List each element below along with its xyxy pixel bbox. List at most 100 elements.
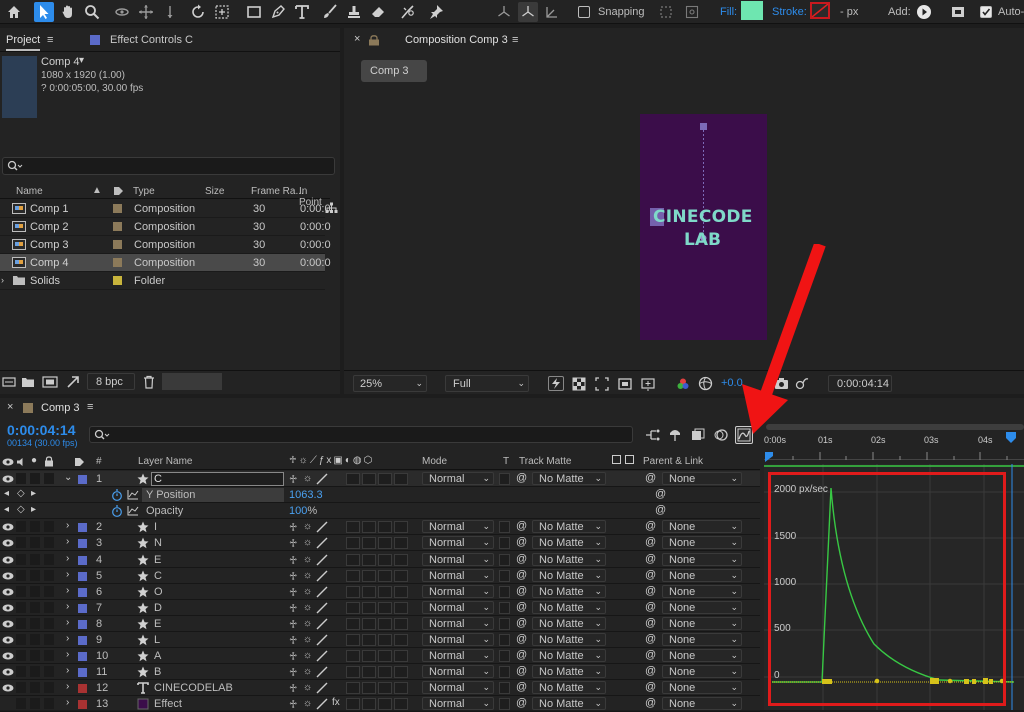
motion-blur-switch[interactable] <box>346 617 360 630</box>
project-item[interactable]: Comp 2 Composition 30 0:00:0 <box>0 218 331 236</box>
adjustment-switch[interactable] <box>362 666 376 679</box>
frame-blend-switch[interactable] <box>394 537 408 550</box>
adjustment-switch[interactable] <box>362 601 376 614</box>
3d-layer-switch[interactable] <box>378 537 392 550</box>
quality-switch-icon[interactable] <box>316 650 328 662</box>
graph-toggle-icon[interactable] <box>127 489 139 500</box>
shy-switch-icon[interactable]: ♱ <box>289 682 297 695</box>
eye-icon[interactable] <box>2 555 14 565</box>
quality-switch-icon[interactable] <box>316 554 328 566</box>
audio-toggle[interactable] <box>16 473 26 484</box>
layer-name[interactable]: B <box>154 666 161 678</box>
lock-toggle[interactable] <box>44 585 54 597</box>
blend-mode-dropdown[interactable]: Normal ⌄ <box>422 552 494 566</box>
layer-name[interactable]: CINECODELAB <box>154 682 233 694</box>
preserve-transparency-toggle[interactable] <box>499 634 510 646</box>
3d-layer-switch[interactable] <box>378 473 392 485</box>
label-color-swatch[interactable] <box>113 276 122 285</box>
solo-toggle[interactable] <box>30 521 40 533</box>
track-matte-pickwhip-icon[interactable]: @ <box>516 472 527 484</box>
track-matte-pickwhip-icon[interactable]: @ <box>516 649 527 661</box>
frame-blend-switch[interactable] <box>394 473 408 485</box>
shy-switch-icon[interactable]: ♱ <box>289 570 297 583</box>
col-frame-rate[interactable]: Frame Ra... <box>251 186 304 197</box>
parent-pickwhip-icon[interactable]: @ <box>645 585 656 597</box>
guides-options-icon[interactable] <box>641 377 655 391</box>
trash-icon[interactable] <box>143 375 155 389</box>
rotate-icon[interactable] <box>188 2 208 22</box>
layer-row[interactable]: › 4 E ♱ ☼ Normal ⌄ @ No Matte ⌄ @ None ⌄ <box>0 552 760 568</box>
track-matte-pickwhip-icon[interactable]: @ <box>516 617 527 629</box>
local-axis-icon[interactable] <box>494 2 514 22</box>
blend-mode-dropdown[interactable]: Normal ⌄ <box>422 633 494 646</box>
layer-row[interactable]: › 9 L ♱ ☼ Normal ⌄ @ No Matte ⌄ @ None ⌄ <box>0 632 760 648</box>
track-matte-dropdown[interactable]: No Matte ⌄ <box>532 472 606 485</box>
solo-toggle[interactable] <box>30 585 40 597</box>
solo-icon[interactable]: ● <box>31 455 37 466</box>
graph-toggle-icon[interactable] <box>127 505 139 516</box>
selection-arrow-icon[interactable] <box>34 2 54 22</box>
blend-mode-dropdown[interactable]: Normal ⌄ <box>422 568 494 582</box>
solo-toggle[interactable] <box>30 601 40 613</box>
prev-keyframe-icon[interactable]: ◂ <box>4 504 9 515</box>
layer-name[interactable]: O <box>154 586 163 598</box>
quality-switch-icon[interactable] <box>316 698 328 710</box>
eye-icon[interactable] <box>2 651 14 661</box>
property-row[interactable]: ◂ ◇ ▸ Y Position 1063.3 @ <box>0 487 760 504</box>
layer-name[interactable]: I <box>154 521 157 533</box>
add-property-button[interactable] <box>917 5 931 19</box>
parent-pickwhip-icon[interactable]: @ <box>645 649 656 661</box>
property-value[interactable]: 100% <box>289 505 317 517</box>
pan-behind-icon[interactable] <box>212 2 232 22</box>
layer-row[interactable]: ⌄ 1 C ♱ ☼ Normal ⌄ @ No Matte ⌄ @ None ⌄ <box>0 471 760 487</box>
quality-switch-icon[interactable] <box>316 618 328 630</box>
audio-toggle[interactable] <box>16 569 26 581</box>
snap-edges-icon[interactable] <box>656 2 676 22</box>
motion-blur-switch[interactable] <box>346 601 360 614</box>
parent-pickwhip-icon[interactable]: @ <box>645 520 656 532</box>
track-matte-pickwhip-icon[interactable]: @ <box>516 697 527 709</box>
layer-row[interactable]: › 2 I ♱ ☼ Normal ⌄ @ No Matte ⌄ @ None ⌄ <box>0 519 760 536</box>
chevron-right-icon[interactable]: › <box>66 697 69 708</box>
solo-toggle[interactable] <box>30 553 40 565</box>
timeline-search-input[interactable] <box>89 426 633 443</box>
track-matte-dropdown[interactable]: No Matte ⌄ <box>532 584 606 598</box>
parent-dropdown[interactable]: None ⌄ <box>662 649 742 663</box>
preserve-transparency-toggle[interactable] <box>499 617 510 630</box>
adjustment-switch[interactable] <box>362 585 376 598</box>
parent-dropdown[interactable]: None ⌄ <box>662 697 742 711</box>
col-layer-name[interactable]: Layer Name <box>138 456 192 467</box>
adjustment-switch[interactable] <box>362 634 376 646</box>
track-matte-dropdown[interactable]: No Matte ⌄ <box>532 600 606 614</box>
eye-icon[interactable] <box>2 587 14 597</box>
lock-toggle[interactable] <box>44 569 54 581</box>
frame-blend-switch[interactable] <box>394 698 408 711</box>
stroke-width-value[interactable]: - px <box>840 6 858 18</box>
solo-toggle[interactable] <box>30 473 40 484</box>
3d-layer-switch[interactable] <box>378 617 392 630</box>
blend-mode-dropdown[interactable]: Normal ⌄ <box>422 584 494 598</box>
track-matte-pickwhip-icon[interactable]: @ <box>516 585 527 597</box>
frame-blend-switch[interactable] <box>394 585 408 598</box>
solo-toggle[interactable] <box>30 537 40 549</box>
resolution-dropdown[interactable]: Full ⌄ <box>445 375 529 392</box>
region-of-interest-icon[interactable] <box>595 377 609 391</box>
lock-toggle[interactable] <box>44 617 54 629</box>
quality-switch-icon[interactable] <box>316 473 328 485</box>
layer-name[interactable]: E <box>154 618 161 630</box>
3d-layer-switch[interactable] <box>378 553 392 566</box>
frame-blend-switch[interactable] <box>394 601 408 614</box>
label-color-swatch[interactable] <box>78 700 87 710</box>
bit-depth-button[interactable]: 8 bpc <box>87 373 135 390</box>
parent-pickwhip-icon[interactable]: @ <box>645 633 656 645</box>
parent-dropdown[interactable]: None ⌄ <box>662 600 742 614</box>
blend-mode-dropdown[interactable]: Normal ⌄ <box>422 520 494 534</box>
layer-row[interactable]: › 12 CINECODELAB ♱ ☼ Normal ⌄ @ No Matte ⌄ @ None ⌄ <box>0 680 760 697</box>
3d-layer-switch[interactable] <box>378 698 392 711</box>
lock-toggle[interactable] <box>44 650 54 662</box>
quality-switch-icon[interactable] <box>316 666 328 678</box>
solo-toggle[interactable] <box>30 617 40 629</box>
frame-blend-switch[interactable] <box>394 634 408 646</box>
show-channel-icon[interactable] <box>676 377 690 391</box>
chevron-right-icon[interactable]: › <box>1 275 4 285</box>
